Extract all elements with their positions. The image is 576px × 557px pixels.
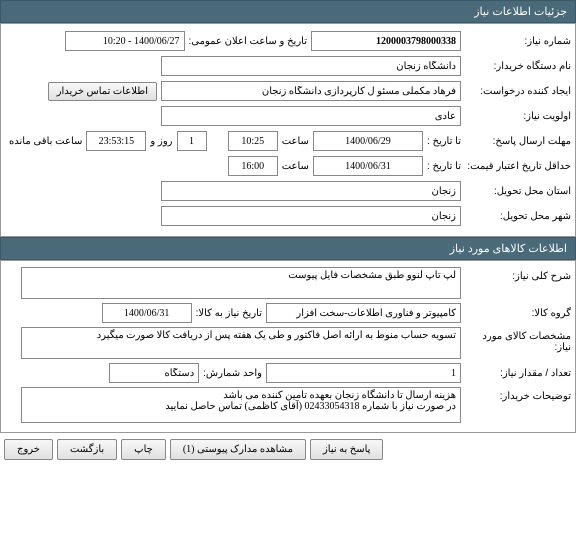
spec-label: مشخصات کالای مورد نیاز:	[461, 327, 571, 353]
spec-field[interactable]	[21, 327, 461, 359]
goods-info-section: شرح کلی نیاز: گروه کالا: تاریخ نیاز به ک…	[0, 260, 576, 433]
province-field[interactable]	[161, 181, 461, 201]
need-date-field[interactable]	[102, 303, 192, 323]
deadline-date-field[interactable]	[313, 131, 423, 151]
deadline-label: مهلت ارسال پاسخ:	[461, 136, 571, 147]
time-label-1: ساعت	[278, 136, 313, 147]
requester-label: ایجاد کننده درخواست:	[461, 86, 571, 97]
requester-field[interactable]	[161, 81, 461, 101]
need-number-field[interactable]	[311, 31, 461, 51]
announce-label: تاریخ و ساعت اعلان عمومی:	[185, 36, 312, 47]
city-label: شهر محل تحویل:	[461, 211, 571, 222]
exit-button[interactable]: خروج	[4, 439, 53, 460]
buyer-label: نام دستگاه خریدار:	[461, 61, 571, 72]
need-number-label: شماره نیاز:	[461, 36, 571, 47]
remaining-label: ساعت باقی مانده	[5, 136, 86, 147]
unit-label: واحد شمارش:	[199, 368, 266, 379]
footer-bar: پاسخ به نیاز مشاهده مدارک پیوستی (1) چاپ…	[0, 433, 576, 466]
attachments-button[interactable]: مشاهده مدارک پیوستی (1)	[170, 439, 306, 460]
price-valid-date-field[interactable]	[313, 156, 423, 176]
price-valid-time-field[interactable]	[228, 156, 278, 176]
buyer-field[interactable]	[161, 56, 461, 76]
need-date-label: تاریخ نیاز به کالا:	[192, 308, 266, 319]
notes-field[interactable]	[21, 387, 461, 423]
price-valid-label: حداقل تاریخ اعتبار قیمت:	[461, 161, 571, 172]
group-label: گروه کالا:	[461, 308, 571, 319]
unit-field[interactable]	[109, 363, 199, 383]
announce-field[interactable]	[65, 31, 185, 51]
deadline-time-field[interactable]	[228, 131, 278, 151]
to-date-label-1: تا تاریخ :	[423, 136, 461, 147]
need-info-header: جزئیات اطلاعات نیاز	[0, 0, 576, 23]
desc-label: شرح کلی نیاز:	[461, 267, 571, 282]
goods-info-header: اطلاعات کالاهای مورد نیاز	[0, 237, 576, 260]
qty-field[interactable]	[266, 363, 461, 383]
priority-label: اولویت نیاز:	[461, 111, 571, 122]
respond-button[interactable]: پاسخ به نیاز	[310, 439, 384, 460]
time-label-2: ساعت	[278, 161, 313, 172]
back-button[interactable]: بازگشت	[57, 439, 117, 460]
priority-field[interactable]	[161, 106, 461, 126]
time-remaining-field[interactable]	[86, 131, 146, 151]
qty-label: تعداد / مقدار نیاز:	[461, 368, 571, 379]
need-info-section: شماره نیاز: تاریخ و ساعت اعلان عمومی: نا…	[0, 23, 576, 237]
to-date-label-2: تا تاریخ :	[423, 161, 461, 172]
days-remaining-field[interactable]	[177, 131, 207, 151]
group-field[interactable]	[266, 303, 461, 323]
city-field[interactable]	[161, 206, 461, 226]
notes-label: توضیحات خریدار:	[461, 387, 571, 402]
province-label: استان محل تحویل:	[461, 186, 571, 197]
buyer-contact-button[interactable]: اطلاعات تماس خریدار	[48, 82, 157, 101]
desc-field[interactable]	[21, 267, 461, 299]
print-button[interactable]: چاپ	[121, 439, 166, 460]
days-label: روز و	[146, 136, 176, 147]
